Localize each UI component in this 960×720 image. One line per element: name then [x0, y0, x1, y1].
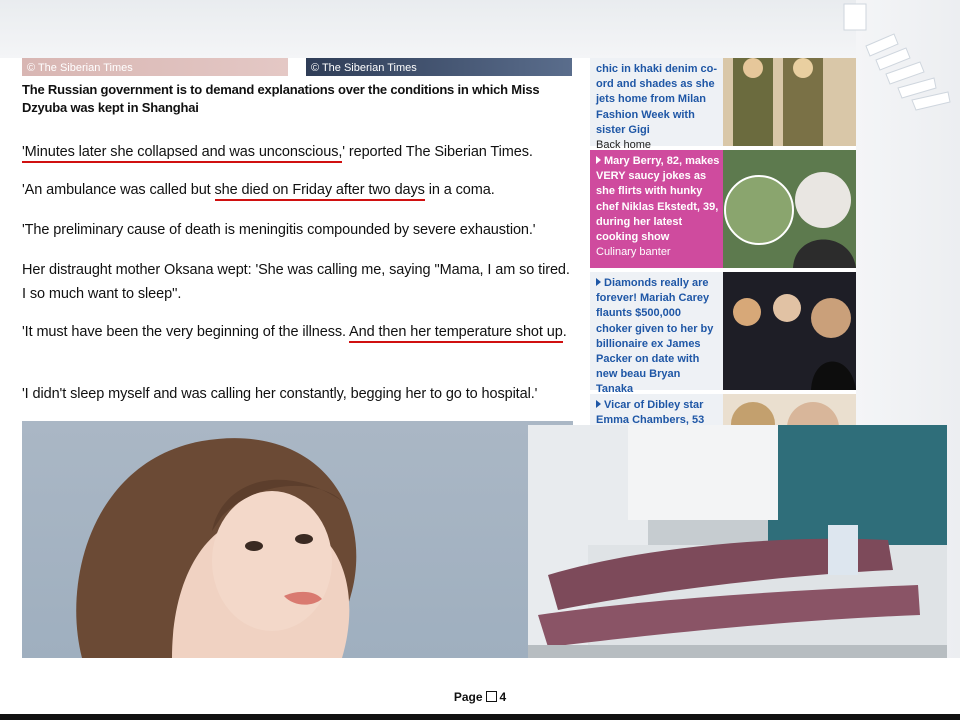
headline: Vicar of Dibley star Emma Chambers, 53 [596, 399, 705, 427]
paragraph-text: 'An ambulance was called but [22, 182, 215, 198]
sidebar-item-text: Diamonds really are forever! Mariah Care… [596, 276, 720, 398]
underlined-quote: 'Minutes later she collapsed and was unc… [22, 144, 342, 163]
paragraph-text: 'It must have been the very beginning of… [22, 324, 350, 340]
headline: Diamonds really are forever! Mariah Care… [596, 277, 714, 396]
page-label: Page [453, 690, 483, 704]
paragraph-text: ' reported The Siberian Times. [342, 144, 533, 160]
sidebar-item-text: Vicar of Dibley star Emma Chambers, 53 [596, 398, 720, 428]
underlined-quote: she died on Friday after two days [214, 182, 425, 201]
slide-footer-area [0, 658, 960, 714]
paragraph-2: 'An ambulance was called but she died on… [22, 178, 577, 202]
sidebar-item-text: Mary Berry, 82, makes VERY saucy jokes a… [596, 154, 720, 260]
page-number-value: 4 [499, 690, 507, 704]
sidebar-thumbnail [723, 272, 856, 390]
paragraph-5: 'It must have been the very beginning of… [22, 320, 577, 344]
paragraph-6: 'I didn't sleep myself and was calling h… [22, 386, 538, 402]
sidebar-thumbnail [723, 150, 856, 268]
paragraph-1: 'Minutes later she collapsed and was unc… [22, 140, 577, 164]
hospital-illustration [528, 425, 947, 679]
sidebar-item-mary-berry[interactable]: Mary Berry, 82, makes VERY saucy jokes a… [590, 150, 856, 268]
category-label: Culinary banter [596, 246, 671, 259]
paragraph-3: 'The preliminary cause of death is menin… [22, 222, 536, 238]
underlined-quote: And then her temperature shot up [349, 324, 563, 343]
bottom-rule [0, 714, 960, 720]
triangle-bullet-icon [596, 156, 601, 164]
sidebar-thumbnail [723, 58, 856, 146]
sidebar-item-back-home[interactable]: chic in khaki denim co-ord and shades as… [590, 58, 856, 151]
hospital-photo [528, 425, 947, 679]
paragraph-text: in a coma. [424, 182, 495, 198]
portrait-photo [22, 421, 573, 658]
slide-top-band [0, 0, 960, 58]
square-box-icon [485, 691, 497, 702]
news-article: © The Siberian Times © The Siberian Time… [0, 58, 590, 658]
paragraph-text: . [562, 324, 567, 340]
photo-caption: The Russian government is to demand expl… [22, 82, 540, 115]
portrait-illustration [76, 438, 357, 658]
article-photo-right: © The Siberian Times [306, 58, 572, 76]
triangle-bullet-icon [596, 400, 601, 408]
article-photo-left: © The Siberian Times [22, 58, 288, 76]
photo-credit: © The Siberian Times [311, 62, 417, 74]
sidebar-item-text: chic in khaki denim co-ord and shades as… [596, 62, 720, 153]
paragraph-4: Her distraught mother Oksana wept: 'She … [22, 262, 570, 302]
sidebar-item-mariah-carey[interactable]: Diamonds really are forever! Mariah Care… [590, 272, 856, 395]
triangle-bullet-icon [596, 278, 601, 286]
photo-credit: © The Siberian Times [27, 62, 133, 74]
headline: chic in khaki denim co-ord and shades as… [596, 63, 718, 136]
page-number: Page 4 [0, 690, 960, 704]
headline: Mary Berry, 82, makes VERY saucy jokes a… [596, 155, 720, 244]
